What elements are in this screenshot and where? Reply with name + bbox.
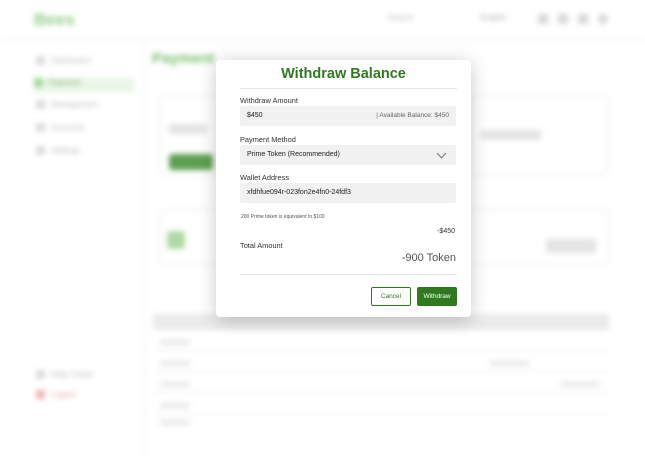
withdraw-amount-field[interactable]: $450 | Available Balance: $450	[240, 106, 456, 126]
payment-method-label: Payment Method	[240, 135, 296, 144]
dialog-title: Withdraw Balance	[281, 66, 406, 82]
divider	[240, 88, 457, 89]
wallet-address-value: xfdhfue094r-023fon2e4fn0-24fdf3	[247, 189, 351, 196]
deducted-amount: -$450	[437, 228, 455, 235]
total-amount-value: -900 Token	[401, 252, 456, 264]
wallet-address-field[interactable]: xfdhfue094r-023fon2e4fn0-24fdf3	[240, 183, 456, 203]
cancel-button[interactable]: Cancel	[371, 287, 411, 306]
withdraw-button[interactable]: Withdraw	[417, 287, 457, 306]
conversion-note: 200 Prime token is equivalent to $100	[241, 214, 325, 220]
payment-method-select[interactable]: Prime Token (Recommended)	[240, 145, 456, 165]
withdraw-amount-label: Withdraw Amount	[240, 96, 298, 105]
available-balance-text: | Available Balance: $450	[376, 112, 449, 119]
chevron-down-icon	[436, 148, 447, 159]
withdraw-amount-value: $450	[247, 112, 263, 119]
payment-method-value: Prime Token (Recommended)	[247, 151, 340, 158]
wallet-address-label: Wallet Address	[240, 173, 290, 182]
withdraw-balance-dialog: Withdraw Balance Withdraw Amount $450 | …	[216, 60, 471, 317]
total-amount-label: Total Amount	[240, 241, 283, 250]
divider	[240, 274, 457, 275]
